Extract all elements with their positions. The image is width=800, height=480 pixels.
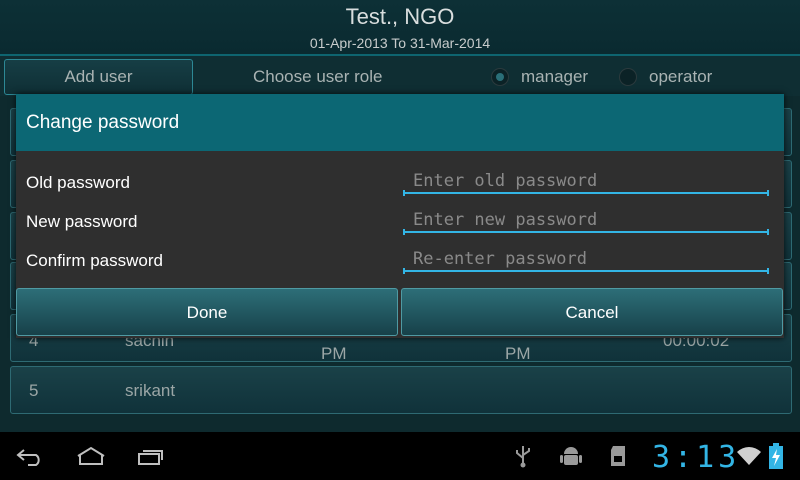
- row-time-suffix: PM: [505, 344, 531, 363]
- recent-apps-icon[interactable]: [136, 446, 166, 466]
- confirm-password-field[interactable]: [403, 248, 769, 272]
- row-time-suffix: PM: [321, 344, 347, 363]
- org-title: Test., NGO: [345, 4, 455, 29]
- row-index: 5: [29, 381, 39, 400]
- change-password-dialog: Change password Old password New passwor…: [16, 94, 784, 338]
- old-password-field[interactable]: [403, 170, 769, 194]
- old-password-label: Old password: [26, 173, 130, 192]
- manager-radio[interactable]: [491, 68, 509, 86]
- row-name: srikant: [125, 381, 176, 400]
- back-icon[interactable]: [16, 446, 46, 466]
- android-debug-icon: [560, 447, 582, 465]
- home-icon[interactable]: [76, 446, 106, 466]
- operator-radio[interactable]: [619, 68, 637, 86]
- user-toolbar: Add user Choose user role manager operat…: [0, 56, 800, 96]
- sd-card-icon: [611, 446, 625, 466]
- battery-charging-icon: [769, 443, 783, 469]
- cancel-button[interactable]: Cancel: [401, 288, 783, 336]
- app-header: Test., NGO 01-Apr-2013 To 31-Mar-2014: [0, 0, 800, 56]
- new-password-field[interactable]: [403, 209, 769, 233]
- usb-icon: [516, 446, 530, 468]
- new-password-label: New password: [26, 212, 138, 231]
- dialog-title-bar: Change password: [16, 94, 784, 151]
- manager-radio-label[interactable]: manager: [521, 67, 588, 87]
- operator-radio-label[interactable]: operator: [649, 67, 712, 87]
- dialog-title: Change password: [26, 112, 180, 133]
- status-clock: 3:13: [652, 440, 741, 475]
- add-user-button[interactable]: Add user: [4, 59, 193, 95]
- list-item[interactable]: 5 srikant: [10, 366, 792, 414]
- confirm-password-label: Confirm password: [26, 251, 163, 270]
- done-button[interactable]: Done: [16, 288, 398, 336]
- date-range: 01-Apr-2013 To 31-Mar-2014: [309, 35, 491, 51]
- role-label: Choose user role: [253, 67, 383, 86]
